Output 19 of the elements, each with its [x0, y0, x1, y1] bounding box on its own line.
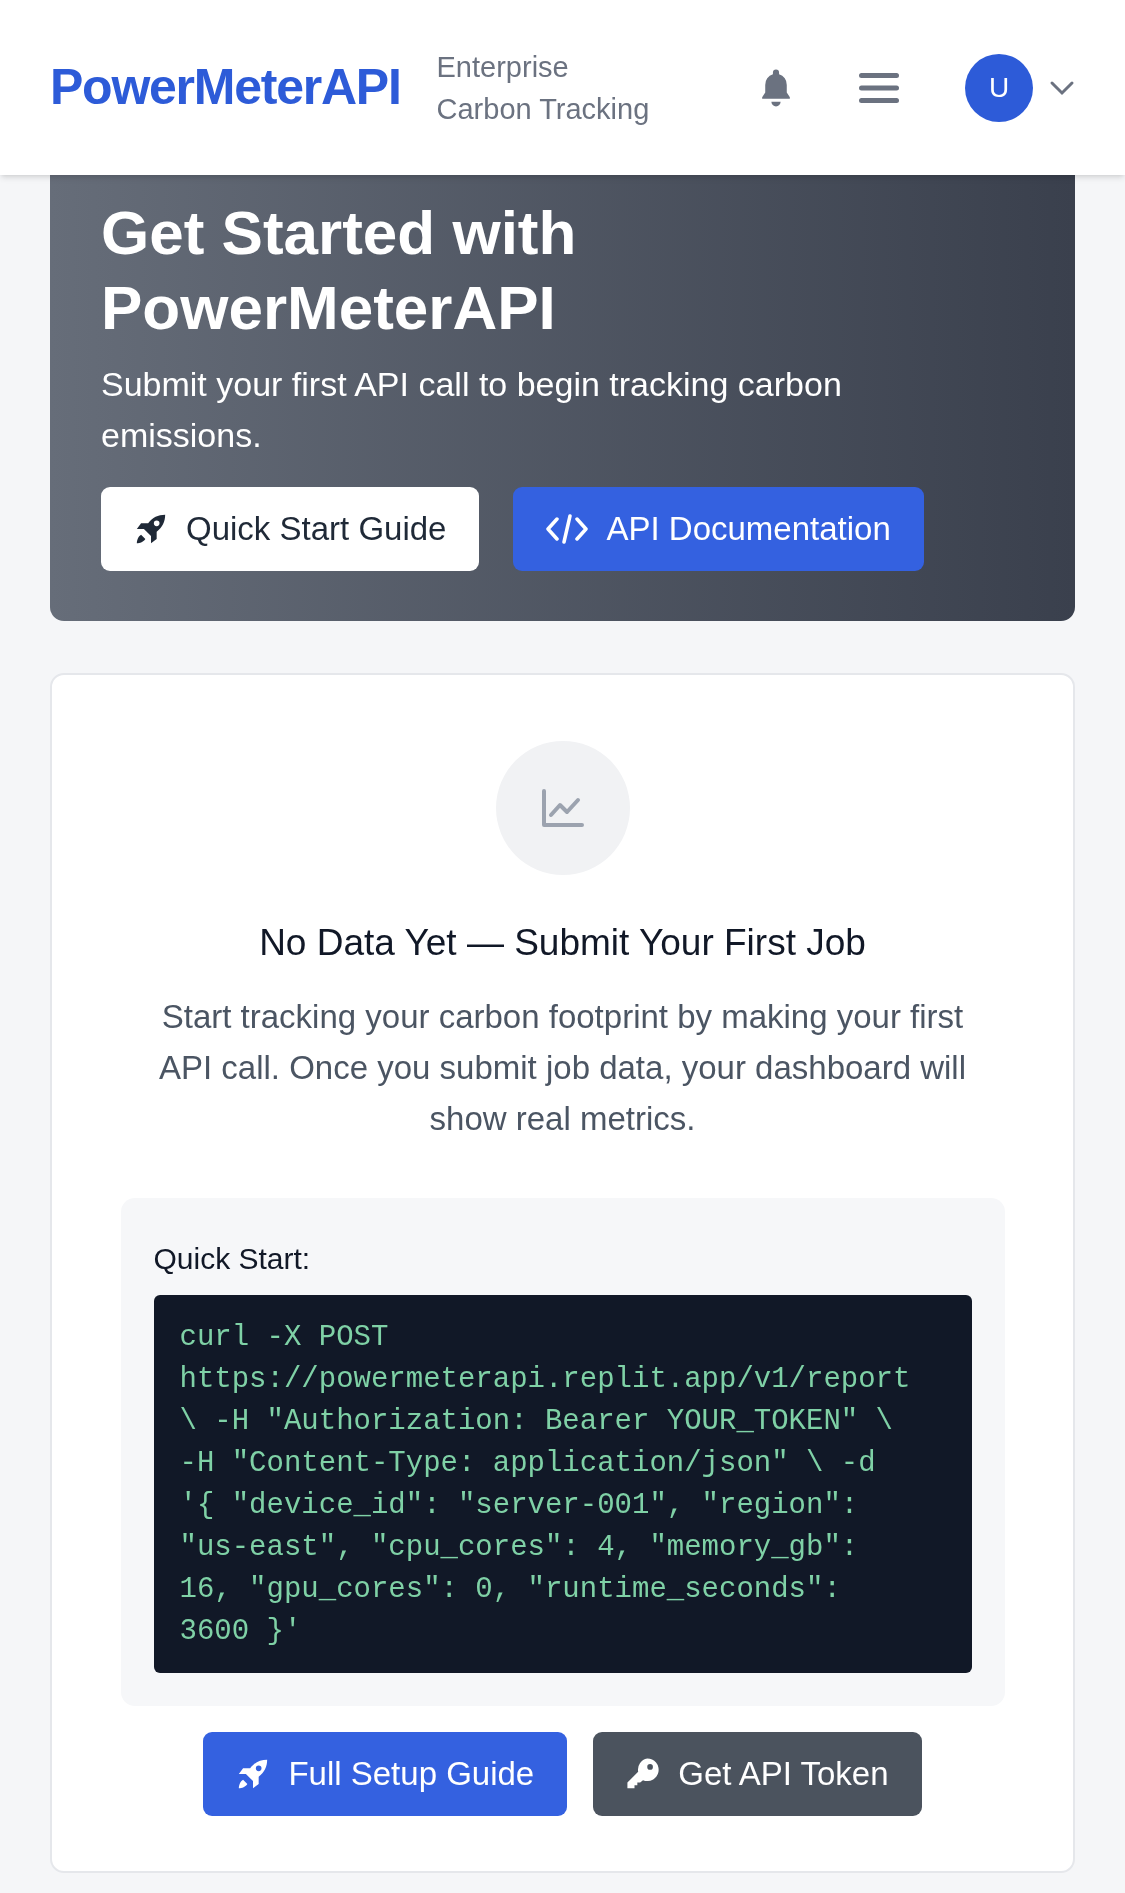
chevron-down-icon[interactable] — [1049, 79, 1075, 96]
tagline: Enterprise Carbon Tracking — [436, 49, 650, 127]
curl-command: curl -X POST https://powermeterapi.replit.app/v1/report \ -H "Authorization: Bearer YOUR_TOKEN" \ -H "Content-Type: application/json" \ -d '{ "device_id": "server-001", "region": "us-east", "cpu_cores": 4, "memory_gb": 16, "gpu_cores": 0, "runtime_seconds": 3600 }' — [179, 1319, 912, 1650]
hero-subtitle: Submit your first API call to begin tracking carbon emissions. — [101, 364, 843, 456]
empty-state-heading: No Data Yet — Submit Your First Job — [259, 921, 866, 965]
code-icon — [546, 513, 589, 545]
menu-icon[interactable] — [859, 70, 899, 105]
guide-button[interactable]: Get API Token — [593, 1731, 922, 1816]
guide-button[interactable]: API Documentation — [513, 487, 924, 571]
guide-button[interactable]: Full Setup Guide — [203, 1731, 568, 1816]
line-chart-icon — [540, 788, 585, 828]
key-icon — [626, 1756, 661, 1791]
rocket-icon — [134, 512, 168, 546]
guide-button[interactable]: Quick Start Guide — [101, 487, 480, 571]
logo-text[interactable]: PowerMeterAPI — [50, 50, 401, 125]
empty-state-text: Start tracking your carbon footprint by making your first API call. Once you submit job data, your dashboard will show real metrics. — [157, 996, 968, 1139]
user-avatar[interactable]: U — [965, 53, 1033, 122]
hero-title: Get Started with PowerMeterAPI — [101, 197, 578, 344]
quick-start-label: Quick Start: — [153, 1240, 312, 1277]
